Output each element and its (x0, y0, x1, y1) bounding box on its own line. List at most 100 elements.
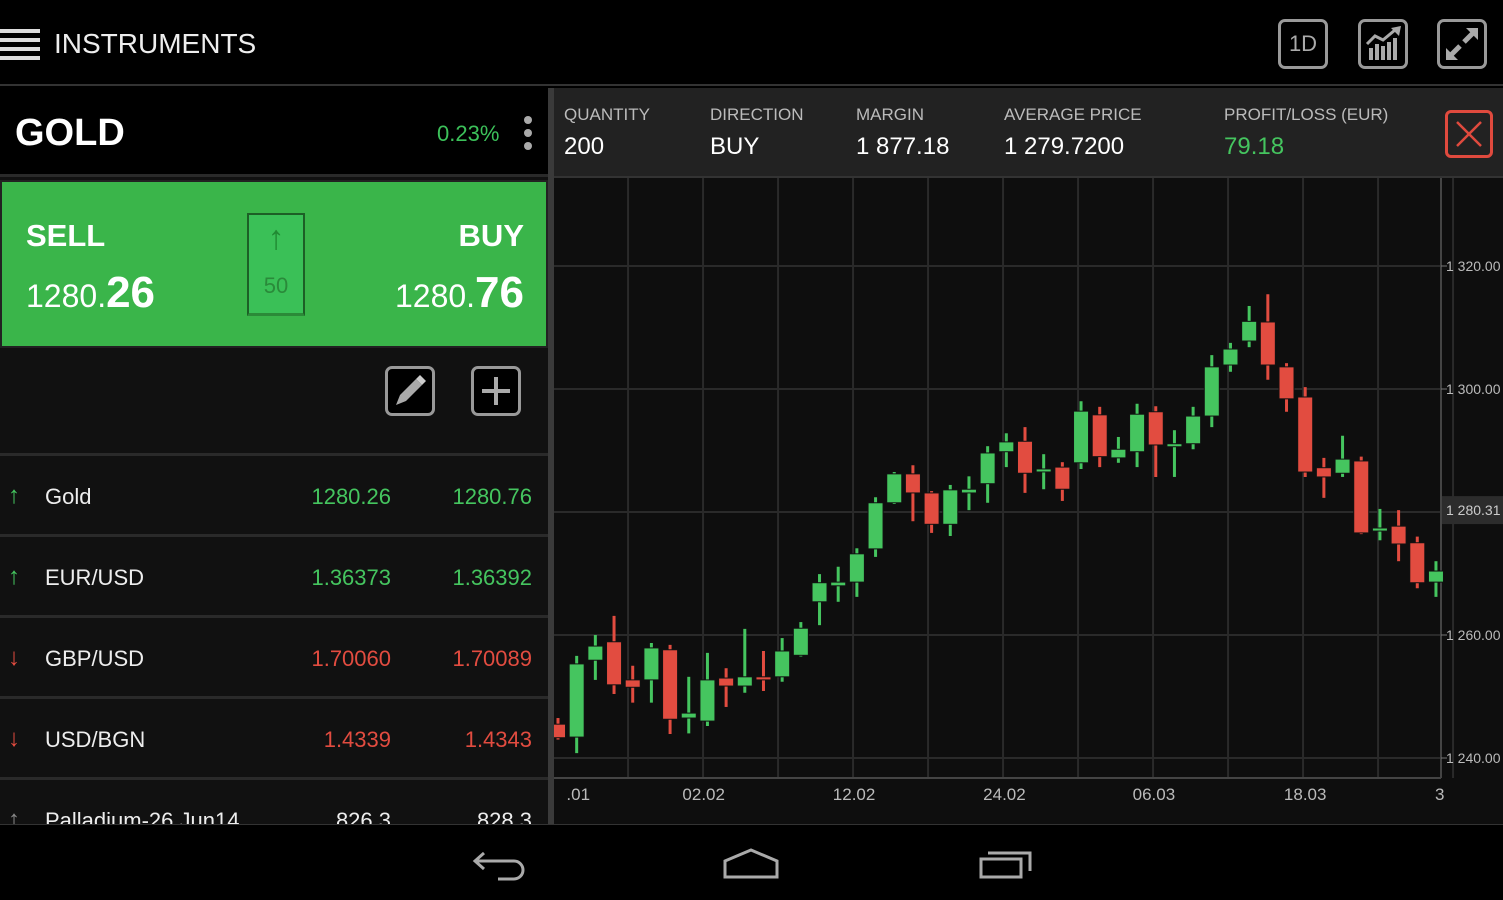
candle-body (1203, 366, 1220, 417)
candle-body (1390, 525, 1407, 545)
instrument-change: 0.23% (437, 121, 500, 146)
candle-body (1110, 448, 1127, 459)
ask-price: 828.3 (476, 808, 532, 824)
bid-price: 1.70060 (311, 646, 391, 671)
position-field-value: 1 279.7200 (1004, 133, 1125, 160)
position-summary: QUANTITY 200 DIRECTION BUY MARGIN 1 877.18… (554, 88, 1503, 178)
sell-button[interactable]: SELL 1280.26 (26, 182, 226, 346)
candle-body (1334, 458, 1351, 474)
x-tick-label: 02.02 (682, 785, 725, 804)
candle-body (867, 502, 884, 550)
close-position-button[interactable] (1445, 110, 1493, 158)
position-field-value: 79.18 (1224, 133, 1285, 160)
candle-body (680, 712, 697, 719)
arrow-up-icon: ↑ (8, 806, 20, 824)
candle-body (886, 473, 903, 504)
candle-body (1409, 542, 1426, 584)
ask-price: 1.4343 (464, 727, 532, 752)
sell-price-big: 26 (106, 268, 156, 317)
candle-body (1353, 460, 1370, 534)
candlestick-chart: 1 320.00 1 300.00 1 260.00 1 240.00 1 280.31… (550, 178, 1503, 804)
top-bar: INSTRUMENTS 1D (0, 0, 1503, 86)
x-tick-label: 24.02 (983, 785, 1026, 804)
instrument-name: EUR/USD (45, 565, 145, 590)
page-title: INSTRUMENTS (54, 28, 257, 59)
bid-price: 1.36373 (311, 565, 391, 590)
position-field-label: AVERAGE PRICE (1004, 105, 1142, 124)
spread-indicator: ↑ 50 (247, 213, 305, 316)
back-icon[interactable] (472, 849, 526, 881)
current-price-label: 1 280.31 (1446, 502, 1501, 518)
instrument-row[interactable]: ↑ Palladium-26 Jun14 826.3 828.3 (0, 780, 548, 824)
sell-price-main: 1280. (26, 278, 107, 314)
y-tick-label: 1 260.00 (1446, 627, 1501, 643)
candle-body (699, 679, 716, 722)
candle-body (1259, 321, 1276, 366)
ask-price: 1.36392 (452, 565, 532, 590)
instruments-panel: GOLD 0.23% SELL 1280.26 ↑ 50 BUY 1280.76… (0, 88, 548, 824)
arrow-up-icon: ↑ (8, 482, 20, 509)
candle-body (792, 627, 809, 656)
instrument-row[interactable]: ↑ Gold 1280.26 1280.76 (0, 456, 548, 537)
candle-body (568, 663, 585, 738)
candle-body (755, 676, 772, 681)
expand-icon (1446, 28, 1478, 60)
more-options-icon[interactable] (524, 116, 534, 155)
chart-analysis-icon (1365, 26, 1401, 60)
add-button[interactable] (471, 366, 521, 416)
candle-body (1073, 410, 1090, 464)
instrument-name: GOLD (15, 112, 125, 154)
candle-body (1147, 411, 1164, 446)
recent-apps-icon[interactable] (978, 847, 1036, 881)
candle-body (998, 441, 1015, 453)
x-tick-label: 3 (1435, 785, 1444, 804)
candle-body (550, 723, 566, 739)
position-field-label: DIRECTION (710, 105, 804, 124)
instrument-row[interactable]: ↓ USD/BGN 1.4339 1.4343 (0, 699, 548, 780)
chart-type-button[interactable] (1358, 19, 1408, 69)
menu-icon[interactable] (0, 29, 40, 60)
candle-body (904, 473, 921, 494)
arrow-up-icon: ↑ (267, 219, 285, 257)
candle-body (848, 553, 865, 583)
ask-price: 1280.76 (452, 484, 532, 509)
plus-icon (482, 377, 510, 405)
position-field-label: QUANTITY (564, 105, 650, 124)
x-tick-label: 12.02 (833, 785, 876, 804)
home-icon[interactable] (722, 847, 780, 881)
candle-body (811, 582, 828, 603)
close-icon (1456, 121, 1482, 147)
timeframe-label: 1D (1288, 31, 1318, 56)
position-field-label: PROFIT/LOSS (EUR) (1224, 105, 1389, 124)
pencil-icon (396, 375, 426, 405)
candle-body (1427, 570, 1444, 583)
trade-panel: SELL 1280.26 ↑ 50 BUY 1280.76 (0, 180, 548, 348)
price-chart[interactable]: 1 320.00 1 300.00 1 260.00 1 240.00 1 280.31… (550, 178, 1503, 824)
candle-body (1278, 366, 1295, 400)
candle-body (1166, 443, 1183, 448)
buy-price-big: 76 (475, 268, 524, 317)
bid-price: 1280.26 (311, 484, 391, 509)
bid-price: 1.4339 (323, 727, 391, 752)
fullscreen-button[interactable] (1437, 19, 1487, 69)
position-field-label: MARGIN (856, 105, 924, 124)
candle-body (1297, 396, 1314, 473)
timeframe-button[interactable]: 1D (1278, 19, 1328, 69)
buy-label: BUY (458, 218, 524, 253)
candle-body (643, 647, 660, 681)
instrument-row[interactable]: ↓ GBP/USD 1.70060 1.70089 (0, 618, 548, 699)
instrument-name: Gold (45, 484, 92, 509)
edit-button[interactable] (385, 366, 435, 416)
candle-body (1129, 413, 1146, 453)
buy-button[interactable]: BUY 1280.76 (324, 182, 524, 346)
arrow-up-icon: ↑ (8, 563, 20, 590)
candle-body (662, 649, 679, 720)
candle-body (736, 676, 753, 687)
candle-body (1035, 468, 1052, 473)
candle-body (624, 679, 641, 688)
instrument-row[interactable]: ↑ EUR/USD 1.36373 1.36392 (0, 537, 548, 618)
candle-body (830, 581, 847, 587)
candle-body (960, 488, 977, 494)
candle-body (1091, 414, 1108, 458)
position-field: DIRECTION BUY (710, 105, 804, 161)
